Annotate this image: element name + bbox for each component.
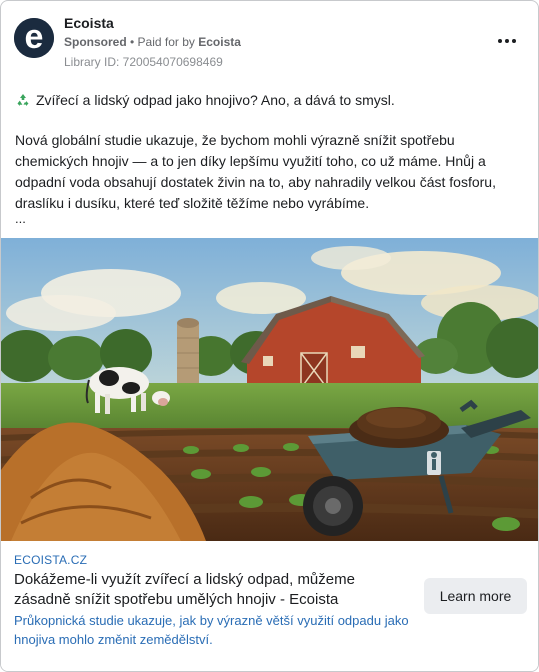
farm-illustration	[1, 238, 538, 541]
sponsored-line: Sponsored • Paid for by Ecoista	[64, 35, 241, 49]
headline-text: Zvířecí a lidský odpad jako hnojivo? Ano…	[36, 92, 395, 108]
link-domain: ECOISTA.CZ	[14, 553, 88, 567]
more-options-icon	[498, 39, 502, 43]
ecoista-logo: e	[14, 18, 54, 58]
link-preview[interactable]: ECOISTA.CZ Dokážeme-li využít zvířecí a …	[1, 541, 538, 671]
avatar-letter: e	[25, 18, 44, 56]
link-description: Průkopnická studie ukazuje, jak by výraz…	[14, 613, 409, 647]
ad-card: e Ecoista Sponsored • Paid for by Ecoist…	[0, 0, 539, 672]
meta-separator: •	[126, 35, 138, 49]
payer-name: Ecoista	[198, 35, 241, 49]
page-name-link[interactable]: Ecoista	[64, 15, 114, 31]
learn-more-button[interactable]: Learn more	[424, 578, 527, 614]
page-avatar[interactable]: e	[14, 18, 54, 58]
post-headline: Zvířecí a lidský odpad jako hnojivo? Ano…	[15, 90, 524, 110]
more-options-button[interactable]	[493, 31, 521, 51]
more-options-dot	[512, 39, 516, 43]
recycle-icon	[15, 92, 31, 108]
paid-for-prefix: Paid for by	[137, 35, 199, 49]
library-id: Library ID: 720054070698469	[64, 55, 223, 69]
more-options-dot	[505, 39, 509, 43]
link-title[interactable]: Dokážeme-li využít zvířecí a lidský odpa…	[14, 570, 409, 610]
sponsored-label: Sponsored	[64, 35, 127, 49]
see-more-ellipsis[interactable]: ...	[15, 211, 26, 226]
ad-image[interactable]	[1, 238, 538, 541]
post-body: Nová globální studie ukazuje, že bychom …	[15, 132, 496, 211]
